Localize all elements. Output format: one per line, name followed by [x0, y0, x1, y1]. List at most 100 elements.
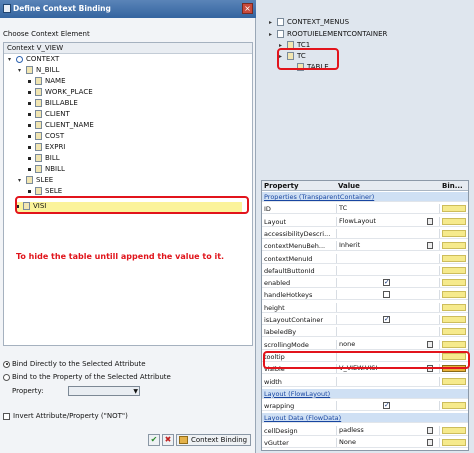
- value-help-icon[interactable]: [427, 439, 433, 446]
- binding-button[interactable]: [442, 402, 466, 410]
- property-value[interactable]: [336, 315, 436, 324]
- tree-item[interactable]: NBILL: [28, 165, 65, 175]
- value-help-icon[interactable]: [427, 242, 433, 250]
- property-select[interactable]: ▼: [68, 386, 140, 396]
- binding-button[interactable]: [442, 328, 466, 336]
- binding-cell[interactable]: [439, 401, 469, 411]
- property-name: vGutter: [264, 439, 289, 447]
- expand-toggle-icon[interactable]: ▾: [18, 67, 26, 74]
- property-checkbox[interactable]: [383, 401, 390, 410]
- binding-button[interactable]: [442, 377, 466, 385]
- bullet-icon: [28, 112, 31, 116]
- expand-toggle-icon[interactable]: ▾: [18, 177, 26, 184]
- binding-cell[interactable]: [439, 290, 469, 300]
- hint-annotation: To hide the table untill append the valu…: [16, 252, 225, 261]
- tree-item[interactable]: BILLABLE: [28, 99, 78, 109]
- tree-item[interactable]: ▾ SLEE: [18, 176, 53, 186]
- element-tree-label: CONTEXT_MENUS: [287, 18, 350, 26]
- binding-button[interactable]: [442, 229, 466, 237]
- element-tree-item[interactable]: ▸ CONTEXT_MENUS: [269, 18, 349, 28]
- binding-button[interactable]: [442, 439, 466, 446]
- column-binding: Bin...: [442, 182, 463, 190]
- property-row: contextMenuBeh... Inherit: [262, 241, 469, 252]
- property-value[interactable]: none: [336, 339, 436, 349]
- property-value[interactable]: TC: [336, 204, 436, 214]
- property-value[interactable]: [336, 290, 436, 300]
- tree-item[interactable]: ▾ CONTEXT: [8, 55, 59, 65]
- binding-cell[interactable]: [439, 376, 469, 386]
- binding-cell[interactable]: [439, 278, 469, 288]
- tree-item[interactable]: NAME: [28, 77, 66, 87]
- binding-cell[interactable]: [439, 315, 469, 324]
- binding-button[interactable]: [442, 316, 466, 323]
- property-value[interactable]: [336, 278, 436, 288]
- property-value[interactable]: [336, 228, 436, 238]
- binding-cell[interactable]: [439, 265, 469, 275]
- confirm-button[interactable]: ✔: [148, 434, 160, 446]
- binding-cell[interactable]: [439, 425, 469, 435]
- binding-cell[interactable]: [439, 253, 469, 263]
- value-help-icon[interactable]: [427, 340, 433, 348]
- invert-checkbox[interactable]: Invert Attribute/Property ("NOT"): [3, 412, 128, 420]
- expand-toggle-icon[interactable]: ▸: [269, 31, 277, 38]
- binding-button[interactable]: [442, 217, 466, 225]
- property-value[interactable]: padless: [336, 425, 436, 435]
- binding-button[interactable]: [442, 291, 466, 299]
- binding-button[interactable]: [442, 242, 466, 250]
- property-section[interactable]: Properties (TransparentContainer): [262, 192, 468, 202]
- binding-cell[interactable]: [439, 302, 469, 312]
- property-value[interactable]: [336, 401, 436, 411]
- binding-cell[interactable]: [439, 228, 469, 238]
- binding-cell[interactable]: [439, 438, 469, 447]
- property-value[interactable]: Inherit: [336, 241, 436, 251]
- value-help-icon[interactable]: [427, 217, 433, 225]
- radio-bind-direct[interactable]: Bind Directly to the Selected Attribute: [3, 360, 146, 368]
- property-value[interactable]: [336, 265, 436, 275]
- binding-cell[interactable]: [439, 204, 469, 214]
- property-checkbox[interactable]: [383, 278, 390, 287]
- property-section[interactable]: Layout Data (FlowData): [262, 413, 468, 424]
- property-value[interactable]: [336, 253, 436, 263]
- binding-button[interactable]: [442, 426, 466, 434]
- property-checkbox[interactable]: [383, 290, 390, 298]
- radio-button-checked[interactable]: [3, 360, 10, 368]
- property-value[interactable]: [336, 327, 436, 337]
- tree-item[interactable]: BILL: [28, 154, 60, 164]
- highlight-tc: [277, 48, 339, 70]
- property-value[interactable]: [336, 376, 436, 386]
- close-icon[interactable]: ×: [242, 3, 253, 14]
- element-tree-item[interactable]: ▸ ROOTUIELEMENTCONTAINER: [269, 30, 387, 40]
- radio-button[interactable]: [3, 373, 10, 381]
- radio-bind-property[interactable]: Bind to the Property of the Selected Att…: [3, 373, 171, 381]
- tree-item[interactable]: ▾ N_BILL: [18, 66, 59, 76]
- expand-toggle-icon[interactable]: ▸: [269, 19, 277, 26]
- tree-item[interactable]: WORK_PLACE: [28, 88, 93, 98]
- binding-cell[interactable]: [439, 241, 469, 251]
- property-value[interactable]: FlowLayout: [336, 216, 436, 226]
- binding-button[interactable]: [442, 279, 466, 287]
- binding-cell[interactable]: [439, 327, 469, 337]
- binding-cell[interactable]: [439, 216, 469, 226]
- binding-cell[interactable]: [439, 339, 469, 349]
- tree-item[interactable]: CLIENT: [28, 110, 70, 120]
- context-binding-button[interactable]: Context Binding: [176, 434, 252, 446]
- tree-item[interactable]: COST: [28, 132, 64, 142]
- binding-button[interactable]: [442, 254, 466, 262]
- binding-button[interactable]: [442, 205, 466, 213]
- value-help-icon[interactable]: [427, 426, 433, 434]
- tree-item[interactable]: EXPRI: [28, 143, 65, 153]
- property-value[interactable]: None: [336, 438, 436, 447]
- property-checkbox[interactable]: [383, 315, 390, 324]
- property-name: Layout: [264, 217, 287, 226]
- cancel-button[interactable]: ✖: [162, 434, 174, 446]
- binding-button[interactable]: [442, 340, 466, 348]
- property-section[interactable]: Layout (FlowLayout): [262, 388, 468, 399]
- expand-toggle-icon[interactable]: ▾: [8, 56, 16, 63]
- property-value-text: none: [339, 339, 356, 348]
- tree-item-label: CONTEXT: [26, 55, 60, 63]
- property-value[interactable]: [336, 302, 436, 312]
- tree-item[interactable]: CLIENT_NAME: [28, 121, 94, 131]
- binding-button[interactable]: [442, 303, 466, 311]
- binding-button[interactable]: [442, 266, 466, 274]
- checkbox-box[interactable]: [3, 412, 10, 420]
